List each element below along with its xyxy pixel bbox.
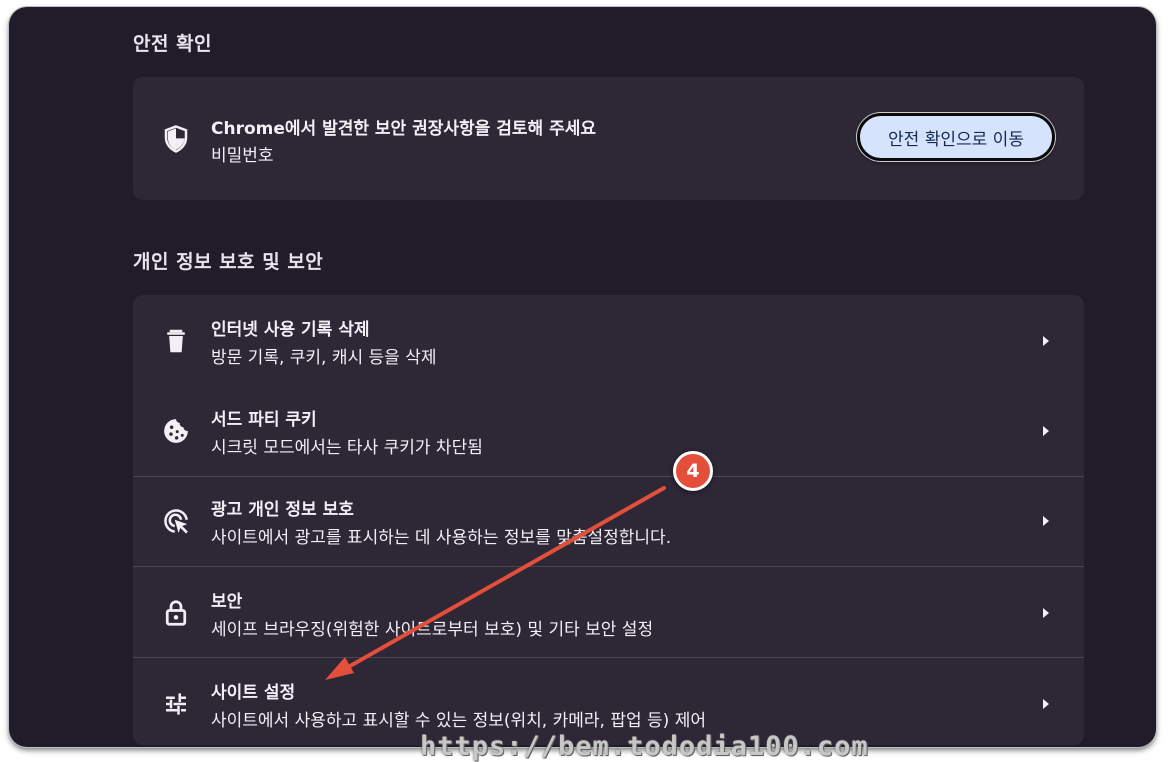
watermark-text: https://bem.tododia100.com: [420, 731, 869, 762]
privacy-security-card: 인터넷 사용 기록 삭제 방문 기록, 쿠키, 캐시 등을 삭제 서드 파티 쿠…: [133, 295, 1084, 745]
section-title-safety-check: 안전 확인: [133, 33, 213, 55]
go-to-safety-check-button[interactable]: 안전 확인으로 이동: [857, 113, 1055, 161]
shield-icon: [161, 124, 191, 154]
row-subtitle: 방문 기록, 쿠키, 캐시 등을 삭제: [211, 348, 437, 368]
chevron-right-icon: [1043, 426, 1049, 436]
ad-target-icon: [161, 506, 191, 536]
row-title: 사이트 설정: [211, 683, 296, 703]
row-title: 광고 개인 정보 보호: [211, 500, 354, 520]
chevron-right-icon: [1043, 699, 1049, 709]
row-title: 서드 파티 쿠키: [211, 410, 317, 430]
safety-check-title: Chrome에서 발견한 보안 권장사항을 검토해 주세요: [211, 119, 596, 139]
row-subtitle: 사이트에서 광고를 표시하는 데 사용하는 정보를 맞춤설정합니다.: [211, 528, 672, 548]
row-subtitle: 시크릿 모드에서는 타사 쿠키가 차단됨: [211, 438, 483, 458]
chevron-right-icon: [1043, 336, 1049, 346]
row-ad-privacy[interactable]: 광고 개인 정보 보호 사이트에서 광고를 표시하는 데 사용하는 정보를 맞춤…: [133, 477, 1084, 567]
row-title: 인터넷 사용 기록 삭제: [211, 320, 370, 340]
section-title-privacy-security: 개인 정보 보호 및 보안: [133, 251, 324, 273]
lock-icon: [161, 598, 191, 628]
safety-check-card: Chrome에서 발견한 보안 권장사항을 검토해 주세요 비밀번호 안전 확인…: [133, 77, 1084, 200]
row-third-party-cookies[interactable]: 서드 파티 쿠키 시크릿 모드에서는 타사 쿠키가 차단됨: [133, 385, 1084, 475]
row-clear-browsing-data[interactable]: 인터넷 사용 기록 삭제 방문 기록, 쿠키, 캐시 등을 삭제: [133, 295, 1084, 385]
safety-check-subtitle: 비밀번호: [211, 146, 274, 166]
chevron-right-icon: [1043, 516, 1049, 526]
cookie-icon: [161, 416, 191, 446]
row-subtitle: 사이트에서 사용하고 표시할 수 있는 정보(위치, 카메라, 팝업 등) 제어: [211, 711, 706, 731]
chevron-right-icon: [1043, 608, 1049, 618]
trash-icon: [161, 326, 191, 356]
row-security[interactable]: 보안 세이프 브라우징(위험한 사이트로부터 보호) 및 기타 보안 설정: [133, 567, 1084, 657]
row-title: 보안: [211, 592, 243, 612]
step-number-badge: 4: [673, 451, 713, 491]
settings-window: 안전 확인 Chrome에서 발견한 보안 권장사항을 검토해 주세요 비밀번호…: [9, 7, 1156, 747]
sliders-icon: [161, 689, 191, 719]
row-subtitle: 세이프 브라우징(위험한 사이트로부터 보호) 및 기타 보안 설정: [211, 620, 654, 640]
